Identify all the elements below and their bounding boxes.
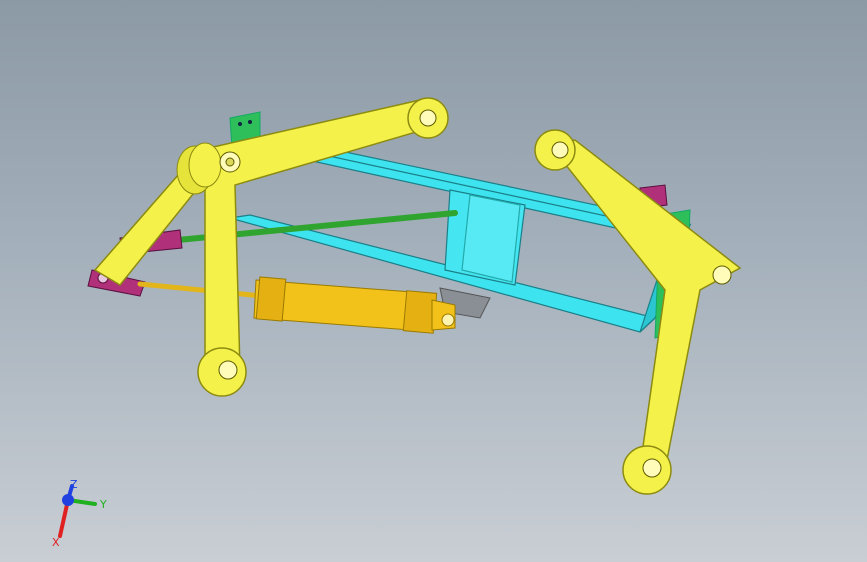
x-axis-label: X bbox=[52, 536, 60, 548]
z-axis-label: Z bbox=[70, 478, 78, 491]
y-axis-label: Y bbox=[99, 498, 107, 511]
right-arm[interactable] bbox=[534, 129, 742, 495]
left-arm[interactable] bbox=[93, 97, 449, 397]
graphics-viewport[interactable]: X Y Z bbox=[0, 0, 867, 562]
coordinate-triad: X Y Z bbox=[52, 478, 107, 548]
triad-origin bbox=[62, 494, 74, 506]
assembly-model[interactable] bbox=[0, 0, 867, 562]
hydraulic-cylinder[interactable] bbox=[137, 276, 456, 334]
